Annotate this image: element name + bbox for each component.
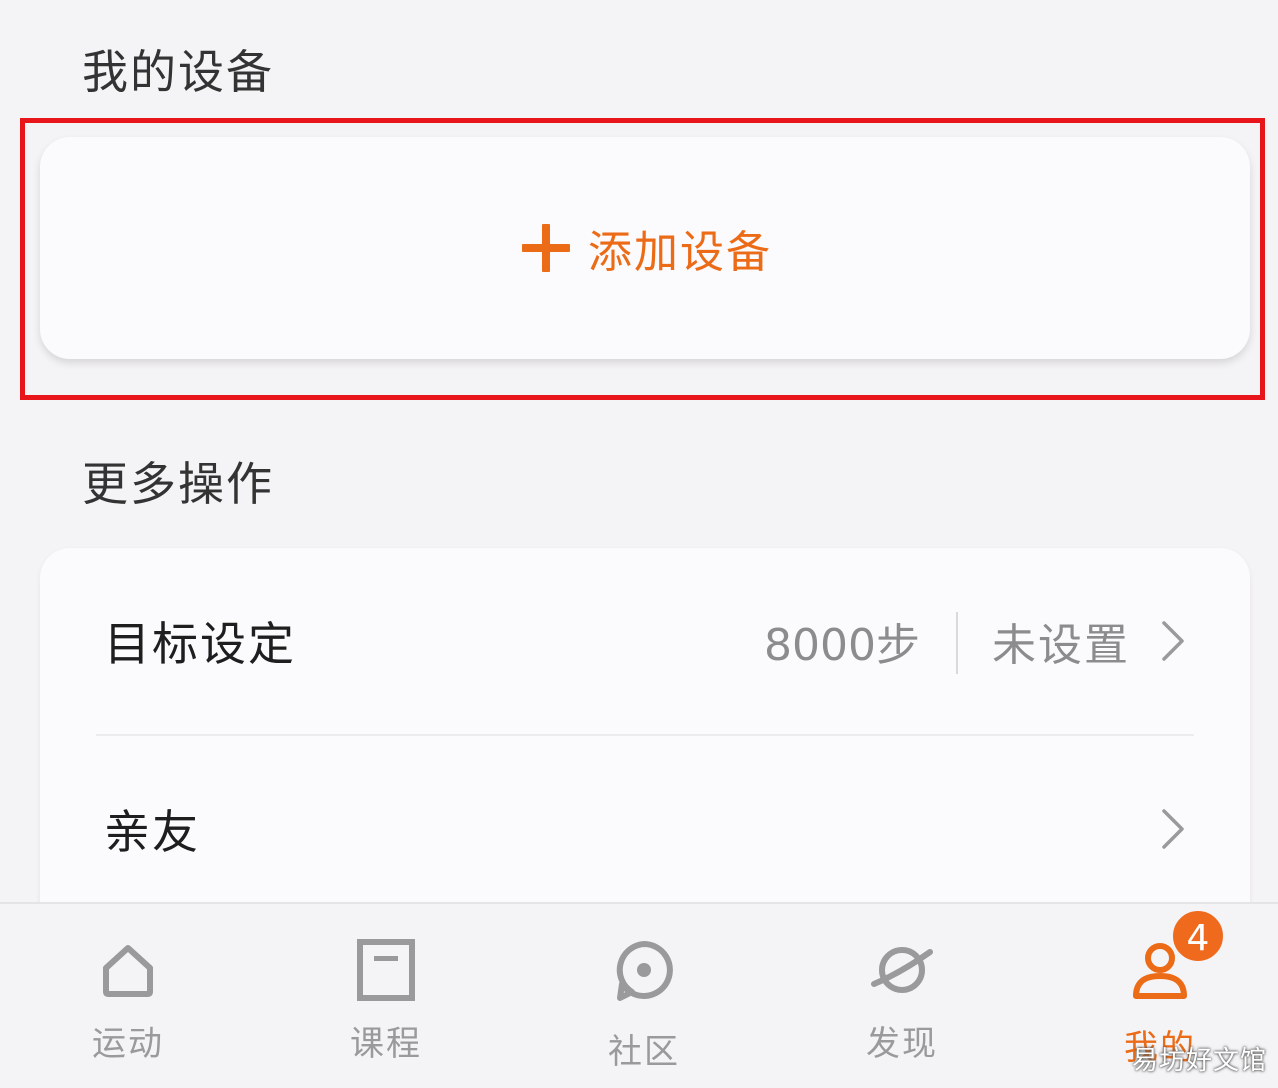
community-icon <box>616 941 673 1001</box>
tab-community[interactable]: 社区 <box>574 904 714 1088</box>
tab-sport[interactable]: 运动 <box>58 904 198 1088</box>
add-device-label: 添加设备 <box>588 227 772 278</box>
chevron-right-icon <box>1162 809 1184 849</box>
tab-label: 课程 <box>350 1024 422 1064</box>
watermark: 易坊好文馆 <box>1132 1046 1268 1076</box>
tab-discover[interactable]: 发现 <box>832 904 972 1088</box>
list-item-family[interactable]: 亲友 <box>40 736 1250 922</box>
value-divider <box>956 612 958 674</box>
screen: 我的设备 添加设备 更多操作 目标设定 8000步 未设置 亲友 运动 课程 社… <box>0 0 1278 1088</box>
family-label: 亲友 <box>104 805 200 859</box>
plus-icon <box>522 224 570 272</box>
goal-steps-value: 8000步 <box>764 620 920 671</box>
goal-setting-label: 目标设定 <box>104 617 296 671</box>
tab-course[interactable]: 课程 <box>316 904 456 1088</box>
add-device-button[interactable]: 添加设备 <box>40 137 1250 359</box>
planet-icon <box>871 947 933 993</box>
section-title-my-devices: 我的设备 <box>82 45 274 99</box>
tab-label: 社区 <box>608 1032 680 1072</box>
tab-label: 发现 <box>866 1024 938 1064</box>
bottom-tab-bar: 运动 课程 社区 发现 我的 <box>0 902 1278 1088</box>
tab-label: 运动 <box>92 1024 164 1064</box>
goal-status-value: 未设置 <box>992 620 1130 671</box>
section-title-more-actions: 更多操作 <box>82 457 274 511</box>
chevron-right-icon <box>1162 621 1184 661</box>
home-icon <box>103 945 153 997</box>
add-device-content: 添加设备 <box>518 216 772 280</box>
course-icon <box>357 939 415 1001</box>
notification-badge: 4 <box>1170 908 1226 964</box>
list-item-goal-setting[interactable]: 目标设定 8000步 未设置 <box>40 548 1250 734</box>
